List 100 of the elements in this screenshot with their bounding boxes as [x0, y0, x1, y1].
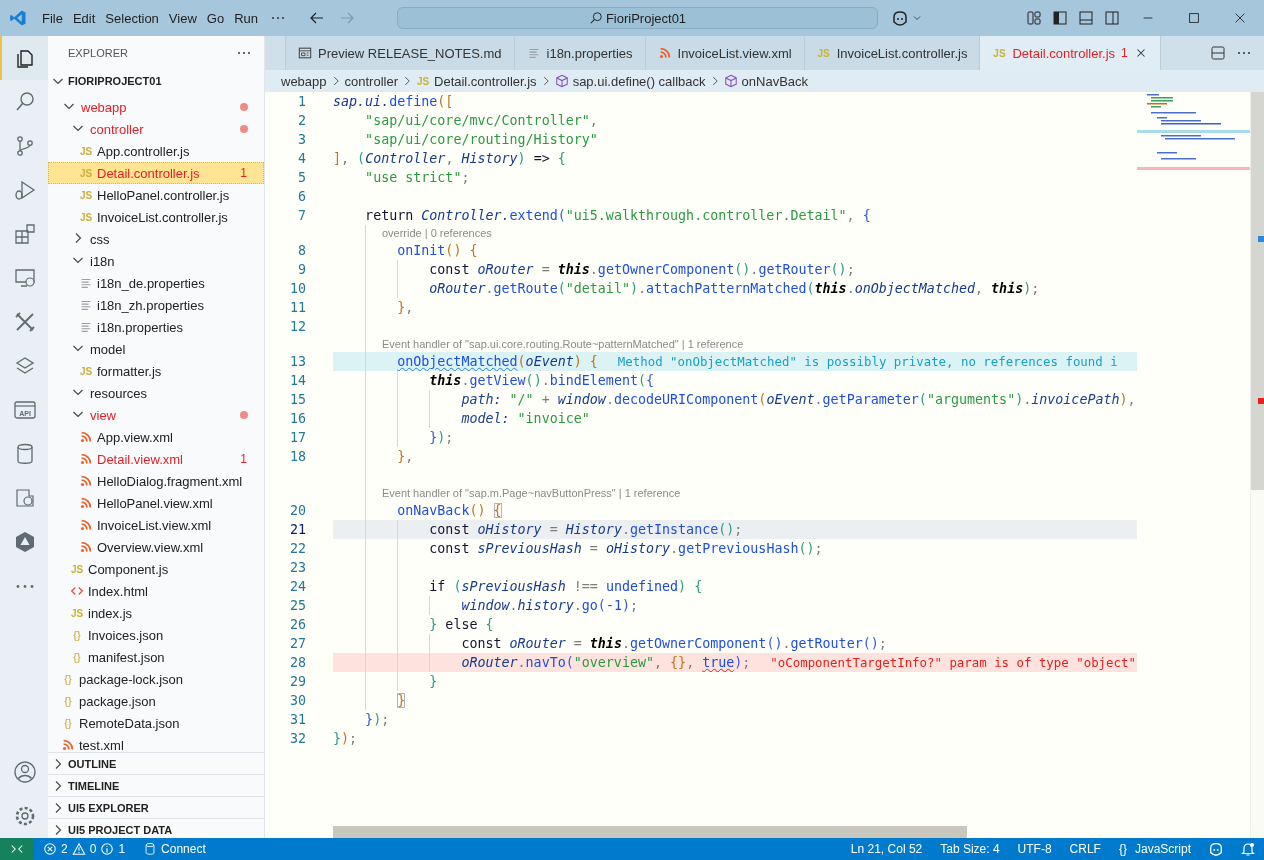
- tab[interactable]: JS Detail.controller.js 1: [979, 36, 1161, 70]
- section-header[interactable]: UI5 EXPLORER: [48, 796, 264, 818]
- menu-item[interactable]: File: [37, 10, 68, 26]
- code-editor-logo[interactable]: [9, 9, 27, 27]
- js-file-icon: JS: [79, 167, 93, 179]
- tree-item[interactable]: resources: [48, 382, 264, 404]
- tree-item[interactable]: JS Component.js: [48, 558, 264, 580]
- preview-icon: [298, 46, 312, 60]
- tree-item[interactable]: i18n.properties: [48, 316, 264, 338]
- tree-item[interactable]: JS Detail.controller.js 1: [48, 162, 264, 184]
- tree-item[interactable]: {} manifest.json: [48, 646, 264, 668]
- tree-item[interactable]: model: [48, 338, 264, 360]
- breadcrumb-item[interactable]: JS Detail.controller.js: [416, 73, 537, 89]
- tab[interactable]: Preview RELEASE_NOTES.md: [285, 36, 515, 70]
- tree-item[interactable]: view: [48, 404, 264, 426]
- tree-item[interactable]: test.xml: [48, 734, 264, 752]
- code-line: },: [396, 448, 414, 466]
- menu-item[interactable]: Run: [229, 10, 263, 26]
- menu-item[interactable]: View: [163, 10, 202, 26]
- rss-icon: [61, 738, 75, 752]
- lines-icon: [79, 276, 93, 290]
- command-center-search[interactable]: FioriProject01: [397, 7, 878, 29]
- remote-button[interactable]: [0, 838, 34, 860]
- breadcrumb-item[interactable]: controller: [344, 73, 398, 89]
- copilot-icon[interactable]: [1208, 841, 1224, 857]
- connect-button[interactable]: Connect: [134, 842, 215, 856]
- tree-item[interactable]: webapp: [48, 96, 264, 118]
- tree-item[interactable]: HelloDialog.fragment.xml: [48, 470, 264, 492]
- tree-item[interactable]: {} RemoteData.json: [48, 712, 264, 734]
- split-editor-icon[interactable]: [1210, 45, 1226, 61]
- tree-item[interactable]: i18n: [48, 250, 264, 272]
- code-line: sap.ui.define([: [333, 93, 454, 111]
- json-file-icon: {}: [61, 695, 75, 707]
- code-lens[interactable]: override | 0 references: [381, 225, 492, 241]
- breadcrumb-item[interactable]: onNavBack: [723, 73, 809, 89]
- more-icon: [16, 584, 34, 588]
- menu-item[interactable]: Edit: [67, 10, 101, 26]
- tree-item[interactable]: Index.html: [48, 580, 264, 602]
- info-icon: [100, 842, 115, 856]
- code-line: } else {: [428, 616, 494, 634]
- code-lens[interactable]: Event handler of "sap.m.Page~navButtonPress" | 1 reference: [381, 485, 681, 501]
- line-number: 6: [297, 189, 306, 204]
- cube-icon: [554, 74, 569, 88]
- sidebar-toggle-icon[interactable]: [1052, 10, 1068, 26]
- tab[interactable]: InvoiceList.view.xml: [644, 36, 805, 70]
- layout-icon[interactable]: [1026, 10, 1042, 26]
- tree-item[interactable]: Detail.view.xml 1: [48, 448, 264, 470]
- line-number: 8: [297, 243, 306, 258]
- tree-item[interactable]: JS index.js: [48, 602, 264, 624]
- problems-button[interactable]: 2 0 1: [34, 842, 135, 856]
- activity-button[interactable]: [0, 36, 48, 80]
- tree-item[interactable]: {} package.json: [48, 690, 264, 712]
- scrollbar-thumb[interactable]: [333, 826, 967, 838]
- tree-item[interactable]: JS HelloPanel.controller.js: [48, 184, 264, 206]
- tree-item[interactable]: i18n_de.properties: [48, 272, 264, 294]
- tree-item[interactable]: App.view.xml: [48, 426, 264, 448]
- line-number: 21: [289, 522, 306, 537]
- code-line: }: [396, 692, 406, 710]
- tree-item[interactable]: css: [48, 228, 264, 250]
- copilot-icon[interactable]: [891, 10, 909, 26]
- hexagon-icon: [13, 530, 37, 554]
- language-mode[interactable]: {} JavaScript: [1109, 842, 1200, 856]
- inline-diagnostic: Method "onObjectMatched" is possibly private, no references found i: [617, 353, 1118, 371]
- tree-item[interactable]: {} Invoices.json: [48, 624, 264, 646]
- tree-item[interactable]: HelloPanel.view.xml: [48, 492, 264, 514]
- tree-item[interactable]: controller: [48, 118, 264, 140]
- status-item[interactable]: Tab Size: 4: [931, 842, 1009, 856]
- json-file-icon: {}: [70, 651, 84, 663]
- tree-item[interactable]: i18n_zh.properties: [48, 294, 264, 316]
- menu-item[interactable]: Selection: [100, 10, 164, 26]
- status-item[interactable]: CRLF: [1060, 842, 1110, 856]
- status-item[interactable]: UTF-8: [1008, 842, 1061, 856]
- bell-icon[interactable]: [1240, 841, 1256, 857]
- extensions-icon: [13, 222, 37, 246]
- problem-count: 1: [240, 452, 247, 466]
- js-file-icon: JS: [79, 145, 93, 157]
- menu-item[interactable]: Go: [201, 10, 230, 26]
- code-line: const oHistory = History.getInstance();: [428, 521, 743, 539]
- project-header[interactable]: FIORIPROJECT01: [48, 70, 264, 92]
- code-lens[interactable]: Event handler of "sap.ui.core.routing.Route~patternMatched" | 1 reference: [381, 336, 744, 352]
- section-header[interactable]: TIMELINE: [48, 774, 264, 796]
- tree-item[interactable]: {} package-lock.json: [48, 668, 264, 690]
- back-arrow-icon[interactable]: [309, 10, 325, 26]
- tree-item[interactable]: JS formatter.js: [48, 360, 264, 382]
- tree-item[interactable]: JS InvoiceList.controller.js: [48, 206, 264, 228]
- breadcrumb-item[interactable]: webapp: [281, 73, 327, 89]
- breadcrumb-item[interactable]: sap.ui.define() callback: [554, 73, 706, 89]
- tab[interactable]: i18n.properties: [513, 36, 646, 70]
- angle-brackets-icon: [70, 584, 84, 598]
- tree-item[interactable]: Overview.view.xml: [48, 536, 264, 558]
- tab[interactable]: JS InvoiceList.controller.js: [803, 36, 981, 70]
- split-layout-icon[interactable]: [1104, 10, 1120, 26]
- scrollbar-thumb[interactable]: [1251, 92, 1264, 490]
- section-header[interactable]: OUTLINE: [48, 752, 264, 774]
- line-number: 7: [297, 208, 306, 223]
- panel-toggle-icon[interactable]: [1078, 10, 1094, 26]
- tree-item[interactable]: JS App.controller.js: [48, 140, 264, 162]
- error-count: 2: [61, 842, 68, 856]
- status-item[interactable]: Ln 21, Col 52: [841, 842, 932, 856]
- tree-item[interactable]: InvoiceList.view.xml: [48, 514, 264, 536]
